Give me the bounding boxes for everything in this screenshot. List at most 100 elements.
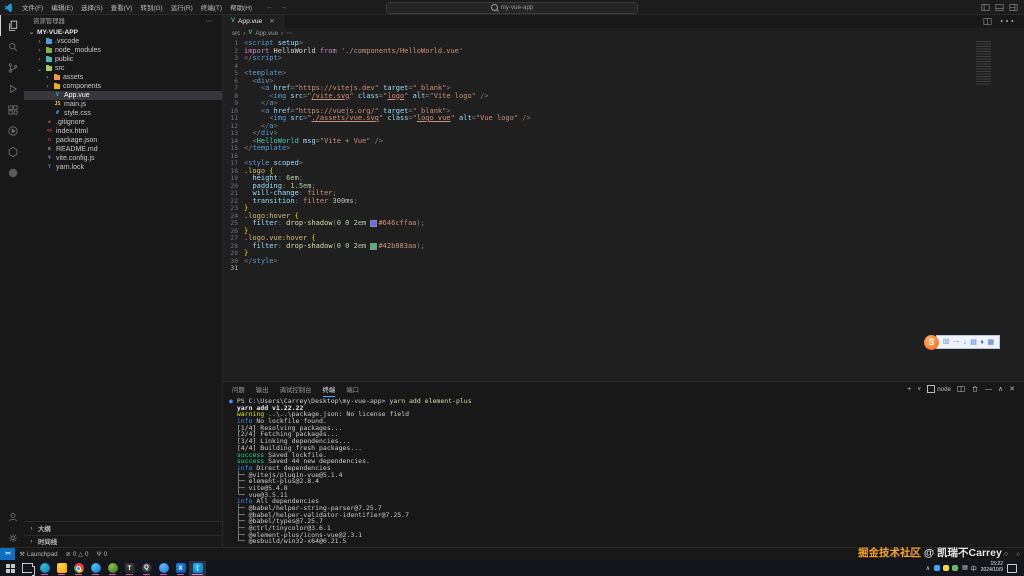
tree-item-assets[interactable]: ›assets (24, 73, 222, 82)
panel-tab-终端[interactable]: 终端 (323, 382, 336, 397)
activitybar-hexagon-tool-icon[interactable] (0, 141, 24, 162)
sogou-tool-icon[interactable]: ▦ (987, 338, 994, 346)
panel-tab-端口[interactable]: 端口 (346, 382, 359, 397)
code-line-26[interactable]: 26} (223, 228, 1024, 236)
tree-root-folder[interactable]: ⌄ MY-VUE-APP (24, 27, 222, 37)
history-forward-icon[interactable]: → (280, 4, 287, 11)
breadcrumb[interactable]: src›VApp.vue›⋯ (223, 28, 1024, 38)
activitybar-source-control-icon[interactable] (0, 57, 24, 78)
split-terminal-icon[interactable] (957, 385, 965, 393)
tree-item-vite-config-js[interactable]: ϟvite.config.js (24, 154, 222, 163)
taskbar-clock[interactable]: 15:22 2024/10/9 (981, 562, 1003, 574)
tree-item-index-html[interactable]: <>index.html (24, 127, 222, 136)
code-line-2[interactable]: 2import HelloWorld from './components/He… (223, 48, 1024, 56)
activitybar-search-icon[interactable] (0, 36, 24, 57)
maximize-panel-icon[interactable]: ∧ (998, 385, 1003, 393)
sogou-tool-icon[interactable]: ▤ (970, 338, 977, 346)
code-line-25[interactable]: 25 filter: drop-shadow(0 0 2em #646cffaa… (223, 220, 1024, 228)
command-center-search[interactable]: my-vue-app (386, 2, 638, 14)
tab-app-vue[interactable]: V App.vue ✕ (223, 14, 284, 28)
tray-app-icon[interactable] (952, 565, 958, 571)
tree-item--vscode[interactable]: ›.vscode (24, 37, 222, 46)
terminal-dropdown-icon[interactable]: ∨ (917, 386, 921, 392)
activitybar-extensions-icon[interactable] (0, 99, 24, 120)
taskbar-edge-browser[interactable] (36, 561, 53, 576)
sogou-tool-icon[interactable]: ♦ (980, 339, 984, 346)
sogou-input-toolbar[interactable]: S ☒⋯↓▤♦▦ (924, 334, 1000, 350)
terminal-output[interactable]: ● PS C:\Users\Carrey\Desktop\my-vue-app>… (223, 396, 1024, 548)
activitybar-live-preview-icon[interactable] (0, 120, 24, 141)
code-line-20[interactable]: 20 padding: 1.5em; (223, 183, 1024, 191)
cursor-position[interactable]: 行 31, 列 1 (879, 548, 917, 560)
tree-item-readme-md[interactable]: ≡README.md (24, 145, 222, 154)
tray-glyph-icon[interactable]: ▤ (962, 564, 968, 573)
code-line-18[interactable]: 18.logo { (223, 168, 1024, 176)
code-editor[interactable]: 1<script setup>2import HelloWorld from '… (223, 38, 1024, 381)
code-line-22[interactable]: 22 transition: filter 300ms; (223, 198, 1024, 206)
menu-r[interactable]: 运行(R) (167, 2, 197, 12)
code-line-23[interactable]: 23} (223, 205, 1024, 213)
tree-item-app-vue[interactable]: VApp.vue (24, 91, 222, 100)
minimize-panel-icon[interactable]: — (985, 386, 992, 393)
code-line-16[interactable]: 16 (223, 153, 1024, 161)
toggle-sidebar-icon[interactable] (981, 3, 990, 12)
activitybar-explorer-icon[interactable] (0, 15, 24, 36)
notification-center-icon[interactable] (1007, 564, 1017, 573)
problems-item[interactable]: ⊘0 △0 (62, 548, 93, 560)
split-editor-icon[interactable] (983, 17, 992, 26)
taskbar-vscode[interactable]: ⟨ (189, 561, 206, 576)
code-line-30[interactable]: 30</style> (223, 258, 1024, 266)
tree-item-node-modules[interactable]: ›node_modules (24, 46, 222, 55)
notifications-bell-icon[interactable]: ○ (1012, 548, 1024, 560)
sidebar-section-outline[interactable]: ›大纲 (24, 521, 222, 535)
breadcrumb-item[interactable]: App.vue (255, 30, 278, 37)
code-line-4[interactable]: 4 (223, 63, 1024, 71)
launchpad-item[interactable]: ⚒ Launchpad (15, 548, 61, 560)
close-tab-icon[interactable]: ✕ (269, 17, 274, 25)
tree-item-components[interactable]: ›components (24, 82, 222, 91)
tree-item-public[interactable]: ›public (24, 55, 222, 64)
activitybar-settings-icon[interactable] (0, 527, 24, 548)
panel-tab-问题[interactable]: 问题 (232, 382, 245, 397)
tree-item-src[interactable]: ⌄src (24, 64, 222, 73)
taskbar-app-lightblue[interactable] (155, 561, 172, 576)
tree-item-yarn-lock[interactable]: Yyarn.lock (24, 163, 222, 172)
sogou-logo-icon[interactable]: S (924, 335, 939, 350)
taskbar-app-navy[interactable]: X (172, 561, 189, 576)
sogou-tool-icon[interactable]: ↓ (963, 339, 967, 346)
menu-h[interactable]: 帮助(H) (226, 2, 256, 12)
taskbar-typora[interactable]: T (121, 561, 138, 576)
explorer-more-actions[interactable]: ⋯ (206, 17, 213, 25)
breadcrumb-item[interactable]: src (232, 30, 240, 37)
activitybar-dark-circle-ext-icon[interactable] (0, 162, 24, 183)
code-line-8[interactable]: 8 <img src="/vite.svg" class="logo" alt=… (223, 93, 1024, 101)
activitybar-account-icon[interactable] (0, 506, 24, 527)
tray-app-icon[interactable] (943, 565, 949, 571)
code-line-31[interactable]: 31 (223, 265, 1024, 273)
tree-item--gitignore[interactable]: ◆.gitignore (24, 118, 222, 127)
breadcrumb-item[interactable]: ⋯ (286, 30, 292, 37)
taskbar-app-green[interactable] (104, 561, 121, 576)
taskbar-file-explorer[interactable] (53, 561, 70, 576)
tray-app-icon[interactable] (934, 565, 940, 571)
kill-terminal-icon[interactable] (971, 385, 979, 393)
menu-s[interactable]: 选择(S) (77, 2, 107, 12)
sogou-tool-icon[interactable]: ☒ (943, 338, 949, 346)
toggle-panel-icon[interactable] (995, 3, 1004, 12)
code-line-5[interactable]: 5<template> (223, 70, 1024, 78)
sidebar-section-timeline[interactable]: ›时间线 (24, 535, 222, 549)
activitybar-run-debug-icon[interactable] (0, 78, 24, 99)
taskbar-app-blue-dot[interactable] (87, 561, 104, 576)
ports-item[interactable]: Ψ0 (92, 548, 111, 560)
code-line-3[interactable]: 3</script> (223, 55, 1024, 63)
taskbar-task-view[interactable] (19, 561, 36, 576)
menu-e[interactable]: 编辑(E) (47, 2, 77, 12)
panel-tab-输出[interactable]: 输出 (256, 382, 269, 397)
code-line-12[interactable]: 12 </a> (223, 123, 1024, 131)
menu-t[interactable]: 终端(T) (197, 2, 226, 12)
taskbar-start[interactable] (2, 561, 19, 576)
menu-f[interactable]: 文件(F) (18, 2, 47, 12)
code-line-17[interactable]: 17<style scoped> (223, 160, 1024, 168)
remote-indicator[interactable]: >< (0, 548, 15, 560)
panel-tab-调试控制台[interactable]: 调试控制台 (280, 382, 312, 397)
